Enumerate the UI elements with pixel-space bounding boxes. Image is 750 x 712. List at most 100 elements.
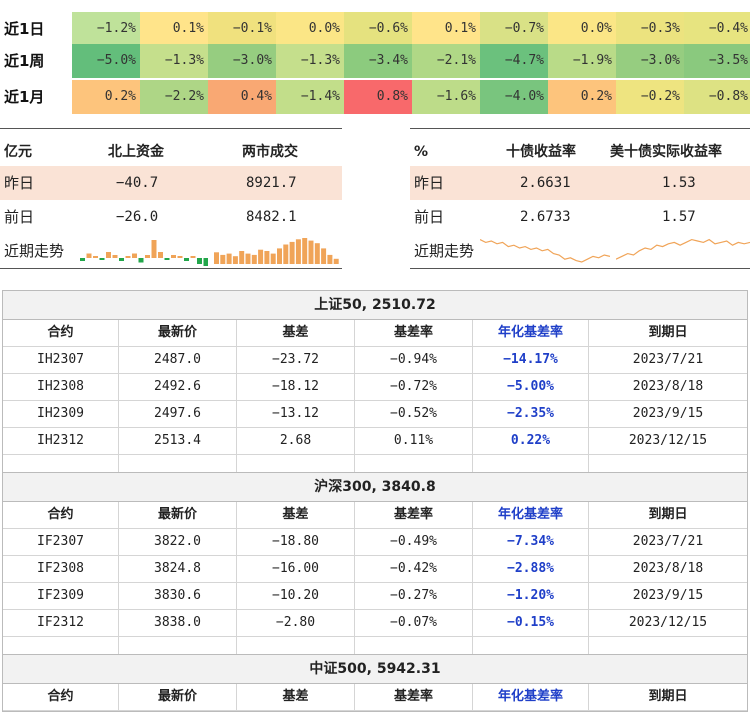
column-header: 合约 <box>3 502 119 528</box>
heatmap-cell: −0.3% <box>616 12 684 46</box>
turnover-bar <box>258 249 264 264</box>
table-cell: −1.20% <box>473 583 589 609</box>
turnover-bar <box>220 254 226 264</box>
north-flow-bar <box>125 256 131 258</box>
table-cell: 2.68 <box>237 428 355 454</box>
table-cell: −2.80 <box>237 610 355 636</box>
table-cell: 2497.6 <box>119 401 237 427</box>
turnover-bar <box>289 241 295 264</box>
heatmap-cell: 0.0% <box>276 12 344 46</box>
north-yesterday: −40.7 <box>116 175 159 191</box>
bonds-col1-header: 十债收益率 <box>506 144 576 160</box>
heatmap-cell: −1.6% <box>412 80 480 114</box>
table-cell: −23.72 <box>237 347 355 373</box>
column-header: 年化基差率 <box>473 502 589 528</box>
futures-table: 沪深300, 3840.8 合约 最新价 基差 基差率 年化基差率 到期日 IF2307 382… <box>2 472 748 665</box>
north-flow-bar <box>203 258 208 266</box>
turnover-bar <box>333 258 339 264</box>
north-flow-bar <box>119 258 124 261</box>
table-cell: −2.35% <box>473 401 589 427</box>
turnover-yesterday: 8921.7 <box>246 175 297 191</box>
bonds-row-label: 前日 <box>414 208 445 226</box>
heatmap-cell: −1.3% <box>140 44 208 78</box>
us10y-prev: 1.57 <box>662 209 696 225</box>
table-cell: −0.72% <box>355 374 473 400</box>
table-cell: 3830.6 <box>119 583 237 609</box>
table-row: IH2309 2497.6 −13.12 −0.52% −2.35% 2023/9/15 <box>3 401 747 428</box>
table-cell: IH2312 <box>3 428 119 454</box>
table-cell: −10.20 <box>237 583 355 609</box>
capital-col2-header: 两市成交 <box>242 144 298 160</box>
table-cell: 2023/12/15 <box>628 433 708 448</box>
heatmap-cell: 0.2% <box>548 80 616 114</box>
table-cell: −0.42% <box>355 556 473 582</box>
futures-table: 中证500, 5942.31 合约 最新价 基差 基差率 年化基差率 到期日 <box>2 654 748 712</box>
turnover-bar <box>245 253 251 264</box>
heatmap-cell: −4.7% <box>480 44 548 78</box>
north-flow-bar <box>184 258 189 261</box>
table-cell: IH2307 <box>3 347 119 373</box>
futures-table-title: 沪深300, 3840.8 <box>3 473 747 502</box>
turnover-bar <box>314 243 320 264</box>
turnover-bar <box>321 248 327 264</box>
turnover-bar <box>239 251 245 264</box>
table-cell: 2023/7/21 <box>632 352 704 367</box>
table-cell: 2023/9/15 <box>632 588 704 603</box>
heatmap-cell: −1.3% <box>276 44 344 78</box>
turnover-sparkline <box>214 238 339 264</box>
heatmap-cell: −3.4% <box>344 44 412 78</box>
north-flow-bar <box>171 255 176 258</box>
table-cell: 2023/9/15 <box>632 406 704 421</box>
table-cell: 2487.0 <box>119 347 237 373</box>
heatmap-cell: −2.2% <box>140 80 208 114</box>
heatmap-cell: −0.8% <box>684 80 750 114</box>
heatmap-cell: −1.4% <box>276 80 344 114</box>
table-row: IF2312 3838.0 −2.80 −0.07% −0.15% 2023/12/15 <box>3 610 747 637</box>
turnover-bar <box>251 254 257 264</box>
heatmap-row-label: 近1周 <box>4 52 45 70</box>
turnover-bar <box>295 239 301 264</box>
turnover-prev: 8482.1 <box>246 209 297 225</box>
column-header: 基差率 <box>355 320 473 346</box>
north-flow-bar <box>151 240 157 258</box>
table-cell: −0.27% <box>355 583 473 609</box>
futures-header-row: 合约 最新价 基差 基差率 年化基差率 到期日 <box>3 502 747 529</box>
table-row: IH2308 2492.6 −18.12 −0.72% −5.00% 2023/8/18 <box>3 374 747 401</box>
column-header: 最新价 <box>119 502 237 528</box>
table-cell: 3838.0 <box>119 610 237 636</box>
heatmap-cell: 0.1% <box>412 12 480 46</box>
turnover-bar <box>264 251 270 264</box>
heatmap-row-label: 近1月 <box>4 88 45 106</box>
column-header: 基差 <box>237 502 355 528</box>
north-flow-bar <box>145 255 150 258</box>
cn10y-sparkline <box>480 239 610 263</box>
heatmap-cell: −3.5% <box>684 44 750 78</box>
column-header: 年化基差率 <box>473 684 589 710</box>
heatmap-cell: −3.0% <box>208 44 276 78</box>
heatmap-cell: −0.6% <box>344 12 412 46</box>
heatmap-cell: −3.0% <box>616 44 684 78</box>
futures-table-title: 上证50, 2510.72 <box>3 291 747 320</box>
north-flow-bar <box>138 258 144 263</box>
heatmap-cell: −0.7% <box>480 12 548 46</box>
table-cell: −18.12 <box>237 374 355 400</box>
bonds-row-label: 昨日 <box>414 174 445 192</box>
heatmap-cell: −5.0% <box>72 44 140 78</box>
column-header: 合约 <box>3 320 119 346</box>
table-cell: 2023/12/15 <box>628 615 708 630</box>
table-row: IF2309 3830.6 −10.20 −0.27% −1.20% 2023/9/15 <box>3 583 747 610</box>
north-prev: −26.0 <box>116 209 159 225</box>
column-header: 基差 <box>237 320 355 346</box>
heatmap-cell: −2.1% <box>412 44 480 78</box>
futures-header-row: 合约 最新价 基差 基差率 年化基差率 到期日 <box>3 684 747 711</box>
turnover-bar <box>277 248 282 264</box>
cn10y-prev: 2.6733 <box>520 209 571 225</box>
heatmap-cell: −1.2% <box>72 12 140 46</box>
column-header: 最新价 <box>119 320 237 346</box>
capital-unit: 亿元 <box>4 144 32 160</box>
north-flow-bar <box>164 258 170 260</box>
capital-flow-panel: 亿元 北上资金 两市成交 昨日 −40.7 8921.7 前日 −26.0 84… <box>0 128 342 270</box>
turnover-bar <box>302 238 308 264</box>
capital-col1-header: 北上资金 <box>108 144 164 160</box>
table-cell: 2513.4 <box>119 428 237 454</box>
